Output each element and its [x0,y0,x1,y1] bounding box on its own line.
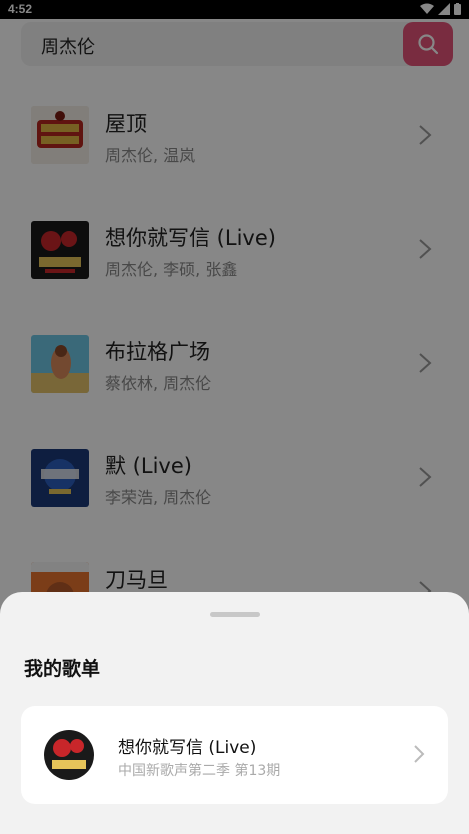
sheet-title: 我的歌单 [24,658,101,680]
playlist-avatar [44,730,94,780]
chevron-right-icon [414,745,425,763]
bottom-sheet: 我的歌单 想你就写信 (Live) 中国新歌声第二季 第13期 [0,592,469,834]
playlist-title: 想你就写信 (Live) [118,738,257,758]
playlist-card[interactable]: 想你就写信 (Live) 中国新歌声第二季 第13期 [21,706,448,804]
playlist-subtitle: 中国新歌声第二季 第13期 [118,763,281,779]
drag-handle[interactable] [210,612,260,617]
